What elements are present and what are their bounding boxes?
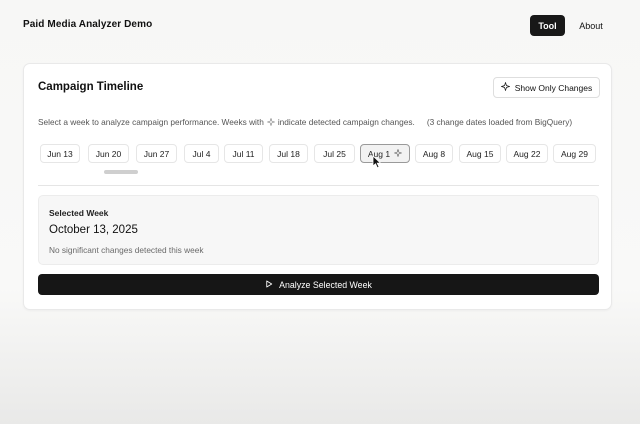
- mouse-cursor-icon: [372, 155, 382, 169]
- selected-week-date: October 13, 2025: [49, 224, 138, 236]
- week-chip[interactable]: Jun 27: [136, 144, 177, 163]
- nav-about-tab[interactable]: About: [576, 15, 606, 36]
- week-chip-label: Aug 15: [466, 148, 494, 159]
- week-chip-label: Jun 20: [95, 148, 122, 159]
- selected-week-note: No significant changes detected this wee…: [49, 245, 204, 255]
- instructions-text-after: indicate detected campaign changes.: [277, 117, 415, 127]
- week-chip-label: Jun 27: [143, 148, 170, 159]
- week-chip-label: Jul 18: [277, 148, 300, 159]
- load-status: (3 change dates loaded from BigQuery): [426, 117, 573, 127]
- week-chip-label: Jul 25: [323, 148, 346, 159]
- week-chip-label: Aug 22: [513, 148, 541, 159]
- app-title: Paid Media Analyzer Demo: [23, 19, 153, 30]
- week-chip-label: Jul 11: [232, 148, 255, 159]
- card-title: Campaign Timeline: [38, 81, 144, 93]
- scrollbar-thumb[interactable]: [104, 170, 138, 174]
- sparkle-icon: [266, 118, 275, 126]
- week-scrollbar[interactable]: [38, 170, 599, 174]
- week-chip[interactable]: Jul 18: [269, 144, 308, 163]
- show-only-changes-button[interactable]: Show Only Changes: [493, 77, 600, 98]
- analyze-button-label: Analyze Selected Week: [279, 279, 372, 290]
- week-chip[interactable]: Aug 15: [459, 144, 501, 163]
- week-chip-label: Aug 29: [561, 148, 588, 159]
- nav-tool-tab[interactable]: Tool: [530, 15, 565, 36]
- week-chip[interactable]: Aug 8: [415, 144, 453, 163]
- week-chip-changed[interactable]: Aug 1: [360, 144, 410, 163]
- week-chip[interactable]: Jun 20: [88, 144, 129, 163]
- week-chip-label: Jun 13: [47, 148, 73, 159]
- selected-week-label: Selected Week: [49, 208, 109, 218]
- instructions-text-before: Select a week to analyze campaign perfor…: [38, 117, 264, 127]
- week-selector[interactable]: Jun 13 Jun 20 Jun 27 Jul 4 Jul 11 Jul 18…: [38, 144, 599, 166]
- week-chip[interactable]: Jul 11: [224, 144, 263, 163]
- play-icon: [265, 280, 273, 290]
- week-chip[interactable]: Aug 29: [553, 144, 596, 163]
- timeline-instructions: Select a week to analyze campaign perfor…: [38, 117, 598, 127]
- week-chip[interactable]: Jul 4: [184, 144, 219, 163]
- week-chip[interactable]: Aug 22: [506, 144, 548, 163]
- app-header: Paid Media Analyzer Demo Tool About: [0, 0, 640, 52]
- sparkle-icon: [500, 81, 511, 93]
- week-chip[interactable]: Jun 13: [40, 144, 80, 163]
- sparkle-icon: [393, 147, 403, 159]
- analyze-selected-week-button[interactable]: Analyze Selected Week: [38, 274, 599, 295]
- show-only-changes-label: Show Only Changes: [514, 82, 593, 93]
- selected-week-panel: Selected Week October 13, 2025 No signif…: [38, 195, 599, 265]
- week-chip-label: Aug 8: [422, 148, 446, 159]
- week-chip[interactable]: Jul 25: [314, 144, 355, 163]
- campaign-timeline-card: Campaign Timeline Show Only Changes Sele…: [23, 63, 612, 310]
- divider: [38, 185, 599, 186]
- week-chip-label: Jul 4: [192, 148, 211, 159]
